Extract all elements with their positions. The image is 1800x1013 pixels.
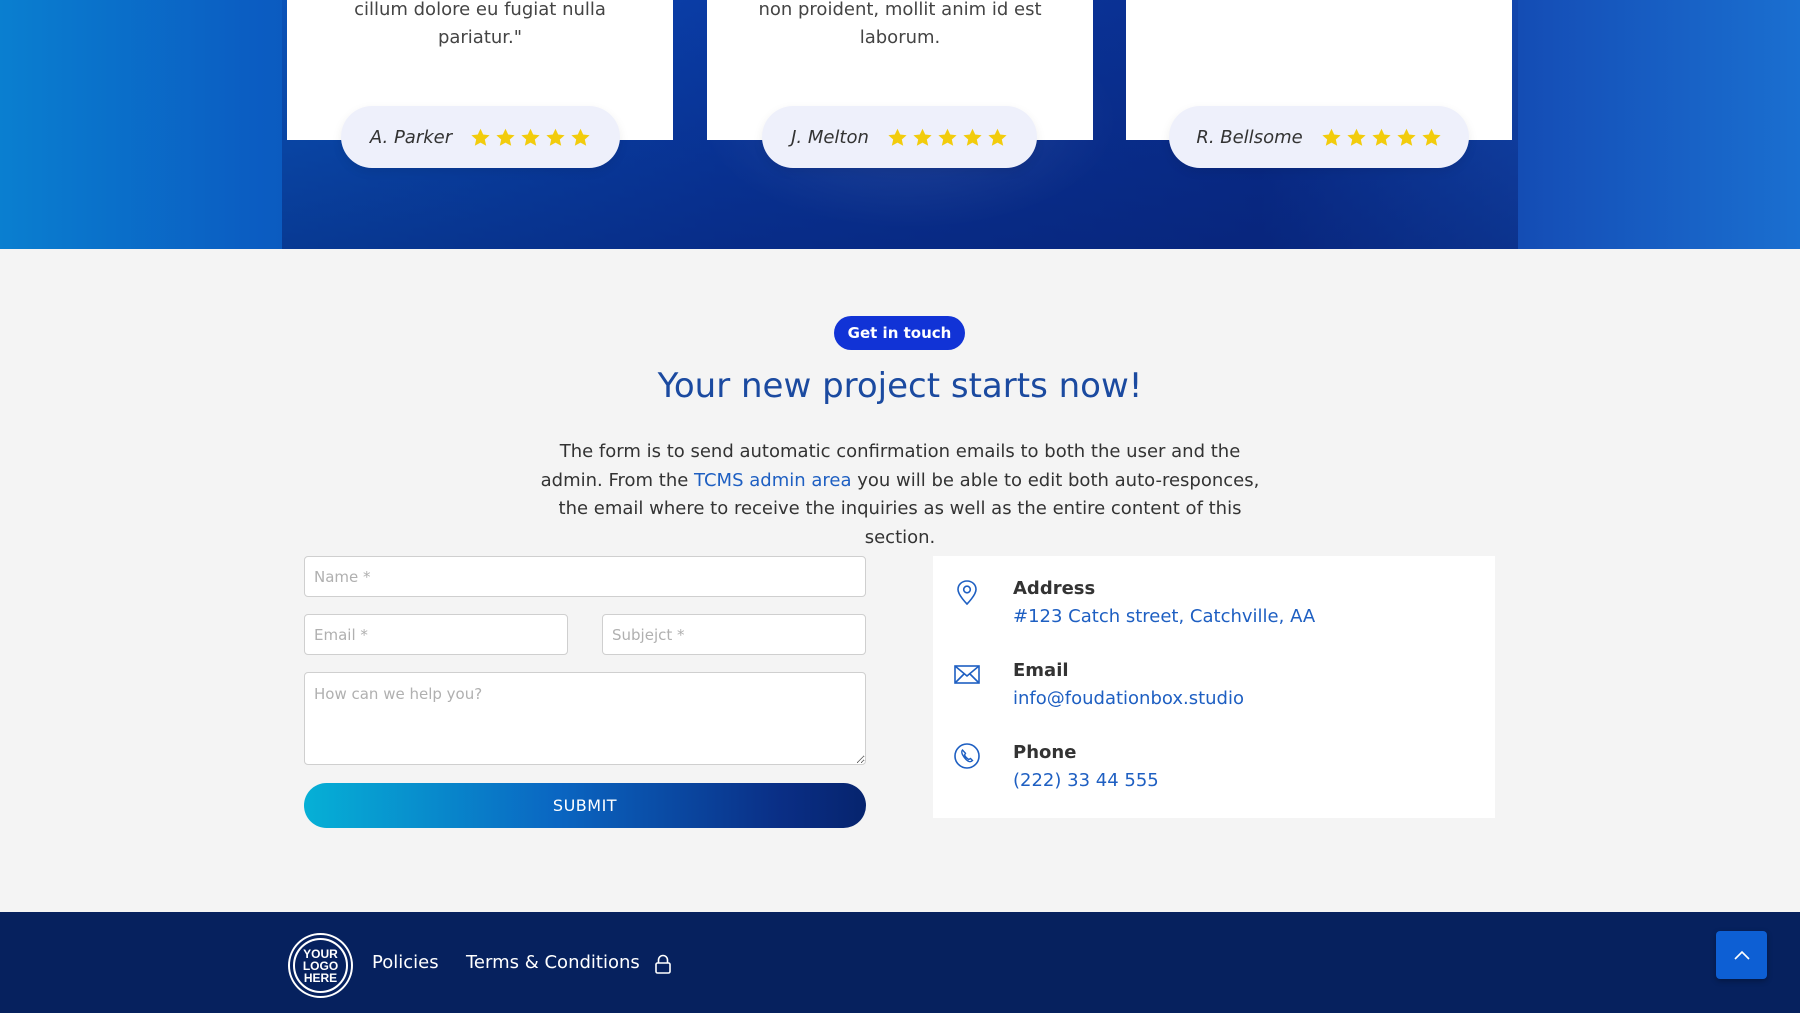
star-icon <box>963 128 982 146</box>
star-icon <box>913 128 932 146</box>
submit-button[interactable]: SUBMIT <box>304 783 866 828</box>
star-icon <box>1397 128 1416 146</box>
testimonial-quote: cillum dolore eu fugiat nulla pariatur." <box>354 0 606 48</box>
testimonial-author: J. Melton <box>791 126 869 148</box>
tcms-admin-link[interactable]: TCMS admin area <box>694 470 851 491</box>
phone-value[interactable]: (222) 33 44 555 <box>1013 770 1159 791</box>
star-icon <box>988 128 1007 146</box>
star-icon <box>1347 128 1366 146</box>
star-icon <box>571 128 590 146</box>
star-rating <box>887 127 1008 148</box>
section-heading: Your new project starts now! <box>657 366 1143 406</box>
star-icon <box>521 128 540 146</box>
lock-icon[interactable] <box>654 954 672 974</box>
star-icon <box>888 128 907 146</box>
envelope-icon <box>954 665 980 684</box>
star-icon <box>938 128 957 146</box>
contact-info-box: Address #123 Catch street, Catchville, A… <box>933 556 1495 818</box>
star-rating <box>1321 127 1442 148</box>
star-icon <box>1422 128 1441 146</box>
name-input[interactable] <box>304 556 866 597</box>
email-label: Email <box>1013 660 1069 681</box>
star-icon <box>496 128 515 146</box>
testimonial-author: R. Bellsome <box>1196 126 1303 148</box>
message-textarea[interactable] <box>304 672 866 765</box>
map-pin-icon <box>957 580 977 606</box>
email-value[interactable]: info@foudationbox.studio <box>1013 688 1244 709</box>
subject-input[interactable] <box>602 614 866 655</box>
section-intro: The form is to send automatic confirmati… <box>540 438 1260 552</box>
footer-link-terms[interactable]: Terms & Conditions <box>466 952 640 973</box>
phone-icon <box>954 743 980 769</box>
address-value[interactable]: #123 Catch street, Catchville, AA <box>1013 606 1315 627</box>
testimonial-author-pill: J. Melton <box>762 106 1037 168</box>
chevron-up-icon <box>1733 950 1750 960</box>
testimonial-author: A. Parker <box>369 126 453 148</box>
phone-label: Phone <box>1013 742 1077 763</box>
testimonial-author-pill: R. Bellsome <box>1169 106 1469 168</box>
email-input[interactable] <box>304 614 568 655</box>
star-icon <box>1372 128 1391 146</box>
star-rating <box>470 127 591 148</box>
get-in-touch-badge: Get in touch <box>834 316 965 350</box>
footer-link-policies[interactable]: Policies <box>372 952 439 973</box>
site-footer <box>0 912 1800 1013</box>
testimonials-section: cillum dolore eu fugiat nulla pariatur."… <box>0 0 1800 249</box>
testimonial-quote: non proident, mollit anim id est laborum… <box>758 0 1042 48</box>
address-label: Address <box>1013 578 1096 599</box>
back-to-top-button[interactable] <box>1716 931 1767 979</box>
logo-text: YOUR LOGO HERE <box>295 940 346 991</box>
star-icon <box>1322 128 1341 146</box>
star-icon <box>471 128 490 146</box>
site-logo[interactable]: YOUR LOGO HERE <box>290 935 351 996</box>
testimonial-author-pill: A. Parker <box>341 106 620 168</box>
star-icon <box>546 128 565 146</box>
